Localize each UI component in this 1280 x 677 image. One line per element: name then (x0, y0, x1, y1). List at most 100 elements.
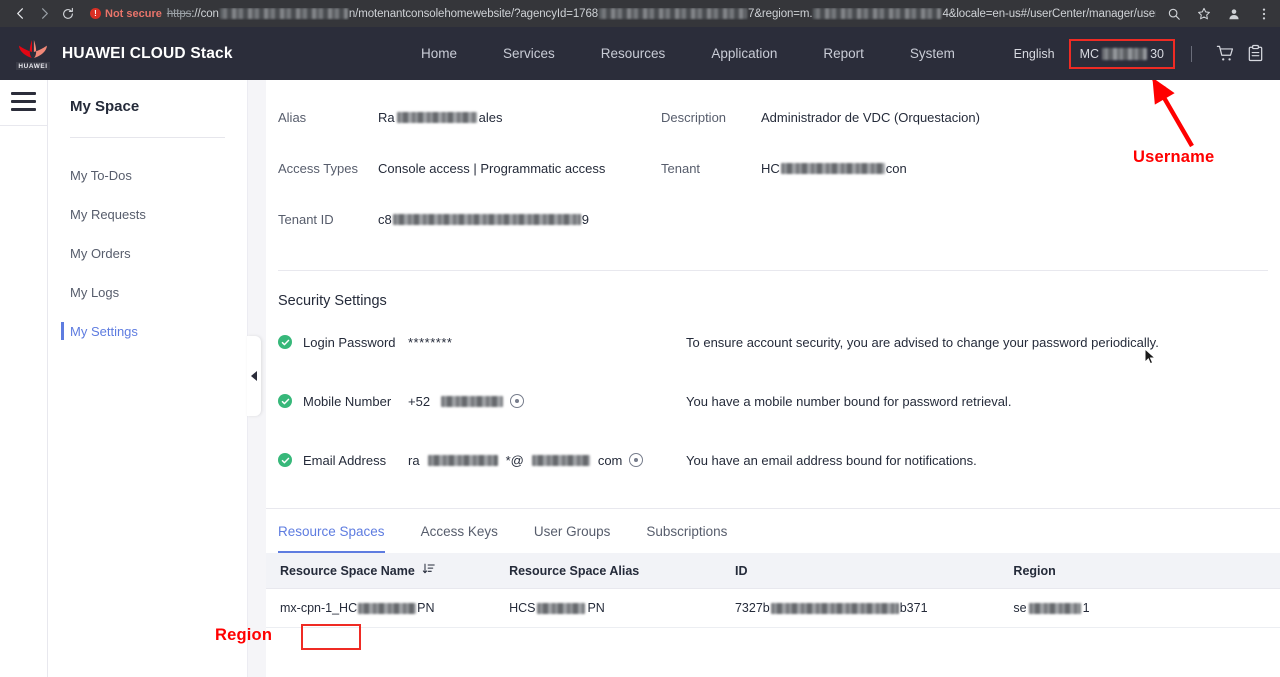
sidebar-item-label: My Settings (70, 324, 138, 339)
tab-user-groups[interactable]: User Groups (534, 509, 611, 553)
sidebar-item-my-settings[interactable]: My Settings (48, 312, 247, 351)
info-cell-access-types: Access Types Console access | Programmat… (278, 161, 661, 176)
info-label: Alias (278, 110, 307, 125)
security-item-value: ra *@ com (408, 453, 686, 468)
security-row-email-address: Email Address ra *@ com You have an email … (278, 434, 1280, 486)
hamburger-line (11, 100, 36, 103)
tenant-id-suffix: 9 (581, 212, 589, 227)
info-row-access-types: Access Types Console access | Programmat… (278, 161, 1280, 212)
forward-arrow-icon[interactable] (32, 2, 56, 26)
brand-block[interactable]: HUAWEI HUAWEI CLOUD Stack (0, 37, 250, 71)
nav-item-home[interactable]: Home (398, 46, 480, 61)
redacted-tenant (780, 163, 885, 174)
svg-text:HUAWEI: HUAWEI (18, 63, 47, 70)
annotation-arrow-username (1150, 77, 1210, 148)
security-item-name: Login Password (303, 334, 396, 350)
search-icon[interactable] (1166, 6, 1182, 22)
security-item-value: ******** (408, 335, 686, 350)
region-suffix: 1 (1082, 601, 1090, 615)
cell-resource-space-alias: HCS PN (495, 588, 721, 628)
tab-label: Resource Spaces (278, 523, 385, 539)
eye-pupil (515, 399, 520, 403)
sidebar-gutter (247, 80, 266, 677)
shopping-cart-icon[interactable] (1212, 41, 1238, 67)
sidebar-collapse-button[interactable] (247, 336, 261, 416)
check-circle-icon (278, 453, 292, 467)
column-label: Region (1013, 563, 1056, 578)
cell-id: 7327b b371 (720, 588, 1000, 628)
info-label: Description (661, 110, 727, 125)
huawei-logo-icon: HUAWEI (12, 37, 54, 71)
email-at: *@ (505, 452, 524, 468)
redacted-region (813, 8, 942, 19)
rail-divider (0, 125, 47, 126)
tab-label: Subscriptions (646, 523, 728, 539)
info-cell-alias: Alias Ra ales (278, 110, 661, 125)
profile-icon[interactable] (1226, 6, 1242, 22)
column-header-region: Region (999, 553, 1280, 589)
annotation-box-region (301, 624, 361, 650)
tenant-prefix: HC (761, 161, 780, 176)
sidebar-item-label: My Logs (70, 285, 120, 300)
column-header-id: ID (720, 553, 1000, 589)
browser-toolbar: ! Not secure https://con n/motenantconsol… (0, 0, 1280, 27)
sidebar-item-my-to-dos[interactable]: My To-Dos (48, 156, 247, 195)
security-item-description: You have a mobile number bound for passw… (686, 393, 1012, 409)
alias-suffix: PN (587, 601, 605, 615)
browser-action-icons (1166, 6, 1272, 22)
clipboard-icon[interactable] (1242, 41, 1268, 67)
menu-kebab-icon[interactable] (1256, 6, 1272, 22)
security-row-login-password: Login Password ******** To ensure accoun… (278, 316, 1280, 368)
hamburger-line (11, 108, 36, 111)
nav-item-resources[interactable]: Resources (578, 46, 689, 61)
profile-info: Alias Ra ales Description Administrador d… (266, 80, 1280, 263)
sidebar-item-my-orders[interactable]: My Orders (48, 234, 247, 273)
sidebar-item-my-logs[interactable]: My Logs (48, 273, 247, 312)
sidebar-divider (70, 137, 225, 138)
sidebar-item-my-requests[interactable]: My Requests (48, 195, 247, 234)
tab-label: Access Keys (420, 523, 498, 539)
redacted-space-name (358, 602, 417, 614)
reveal-eye-icon[interactable] (629, 453, 644, 467)
username-menu[interactable]: MC 30 (1068, 38, 1175, 69)
table-row[interactable]: mx-cpn-1 _HC PN HCS PN 7327b b371 se 1 (266, 588, 1280, 628)
name-suffix: PN (417, 601, 435, 615)
nav-item-report[interactable]: Report (800, 46, 887, 61)
page-body: My Space My To-Dos My Requests My Orders… (0, 80, 1280, 677)
address-bar[interactable]: ! Not secure https://con n/motenantconsol… (90, 8, 1156, 20)
sidebar-menu: My To-Dos My Requests My Orders My Logs … (48, 156, 247, 351)
table-header: Resource Space Name Resource Space Alias (266, 553, 1280, 589)
bookmark-star-icon[interactable] (1196, 6, 1212, 22)
nav-item-services[interactable]: Services (480, 46, 578, 61)
sidebar-item-label: My Requests (70, 207, 146, 222)
column-header-resource-space-alias: Resource Space Alias (495, 553, 721, 589)
sort-icon[interactable] (422, 563, 435, 578)
alias-prefix: HCS (509, 601, 536, 615)
security-row-mobile-number: Mobile Number +52 You have a mobile numb… (278, 375, 1280, 427)
redacted-id (770, 602, 899, 614)
mouse-cursor (1144, 347, 1157, 366)
reveal-eye-icon[interactable] (510, 394, 525, 408)
language-selector[interactable]: English (1000, 47, 1069, 61)
info-value-tenant-id: c8 9 (378, 212, 589, 227)
nav-item-system[interactable]: System (887, 46, 978, 61)
header-divider (1191, 45, 1192, 62)
info-cell-tenant-id: Tenant ID c8 9 (278, 212, 661, 227)
tab-resource-spaces[interactable]: Resource Spaces (278, 509, 385, 553)
cell-resource-space-name: mx-cpn-1 _HC PN (266, 588, 496, 628)
tab-label: User Groups (533, 523, 611, 539)
hamburger-menu-icon[interactable] (11, 92, 36, 111)
back-arrow-icon[interactable] (8, 2, 32, 26)
reload-icon[interactable] (56, 2, 80, 26)
nav-item-application[interactable]: Application (688, 46, 800, 61)
column-header-resource-space-name[interactable]: Resource Space Name (266, 553, 496, 589)
hamburger-line (11, 92, 36, 95)
mobile-country-code: +52 (408, 393, 431, 409)
tab-access-keys[interactable]: Access Keys (421, 509, 498, 553)
info-label: Access Types (278, 161, 358, 176)
tab-subscriptions[interactable]: Subscriptions (646, 509, 727, 553)
url-separator: :// (191, 7, 201, 20)
redacted-username (1102, 47, 1148, 60)
info-value-alias: Ra ales (378, 110, 502, 125)
not-secure-indicator[interactable]: ! Not secure (90, 8, 162, 20)
